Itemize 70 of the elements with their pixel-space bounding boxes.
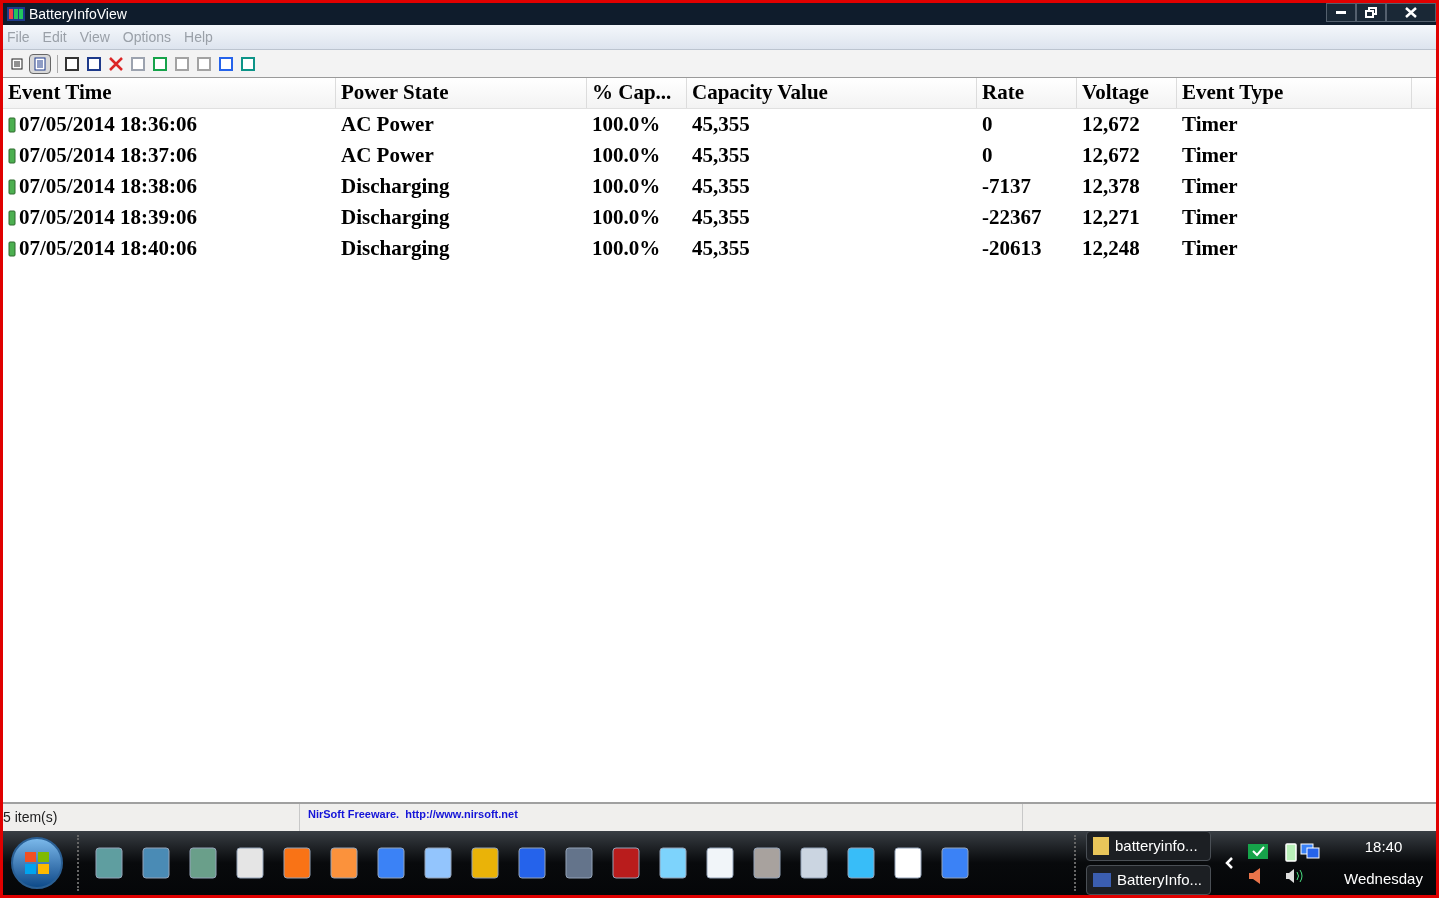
table-cell-text: AC Power	[341, 110, 434, 138]
column-header[interactable]: Event Time	[3, 78, 336, 108]
taskbar-button[interactable]: BatteryInfo...	[1086, 865, 1211, 895]
table-cell-text: -22367	[982, 203, 1042, 231]
battery-icon	[8, 147, 16, 164]
minimize-button[interactable]	[1326, 3, 1356, 22]
volume-icon[interactable]	[1285, 868, 1305, 884]
table-cell-text: 100.0%	[592, 141, 661, 169]
item-count: 5 item(s)	[3, 808, 58, 827]
table-cell-text: 100.0%	[592, 234, 661, 262]
table-cell-text: Timer	[1182, 110, 1238, 138]
table-cell-text: 12,248	[1082, 234, 1140, 262]
table-cell-text: -7137	[982, 172, 1031, 200]
table-cell-text: 12,672	[1082, 110, 1140, 138]
windows-logo-icon	[24, 851, 50, 875]
table-cell-text: 07/05/2014 18:38:06	[19, 172, 197, 200]
table-cell-text: Timer	[1182, 141, 1238, 169]
table-cell-text: 07/05/2014 18:39:06	[19, 203, 197, 231]
column-header[interactable]: Voltage	[1077, 78, 1177, 108]
table-cell-text: 100.0%	[592, 110, 661, 138]
column-header[interactable]: Capacity Value	[687, 78, 977, 108]
table-cell-text: 45,355	[692, 110, 750, 138]
clock-time[interactable]: 18:40	[1364, 835, 1403, 858]
column-header[interactable]: Power State	[336, 78, 587, 108]
table-cell-text: Discharging	[341, 234, 450, 262]
table-cell-text: 45,355	[692, 141, 750, 169]
close-button[interactable]	[1386, 3, 1436, 22]
table-cell-text: 12,672	[1082, 141, 1140, 169]
column-header[interactable]: Event Type	[1177, 78, 1412, 108]
table-cell-text: 45,355	[692, 172, 750, 200]
table-cell-text: Timer	[1182, 234, 1238, 262]
window-title: BatteryInfoView	[29, 4, 127, 24]
close-icon	[1405, 7, 1417, 18]
table-cell-text: 07/05/2014 18:36:06	[19, 110, 197, 138]
table-cell-text: 45,355	[692, 203, 750, 231]
battery-icon[interactable]	[1285, 842, 1297, 862]
app-icon	[7, 7, 25, 21]
table-cell-text: 100.0%	[592, 172, 661, 200]
table-cell-text: 100.0%	[592, 203, 661, 231]
credit-link[interactable]: NirSoft Freeware. http://www.nirsoft.net	[308, 806, 518, 823]
table-cell-text: 0	[982, 141, 993, 169]
table-cell-text: 0	[982, 110, 993, 138]
column-header[interactable]: % Cap...	[587, 78, 687, 108]
table-cell-text: Discharging	[341, 203, 450, 231]
table-cell-text: AC Power	[341, 141, 434, 169]
table-cell-text: 07/05/2014 18:40:06	[19, 234, 197, 262]
clock-day[interactable]: Wednesday	[1344, 868, 1423, 891]
network-icon[interactable]	[1300, 842, 1320, 862]
speaker-icon[interactable]	[1247, 866, 1263, 886]
table-cell-text: 12,271	[1082, 203, 1140, 231]
taskbar-button[interactable]: batteryinfo...	[1086, 831, 1211, 861]
table-cell-text: Discharging	[341, 172, 450, 200]
table-cell-text: Timer	[1182, 203, 1238, 231]
battery-icon	[8, 116, 16, 133]
battery-icon	[8, 209, 16, 226]
table-cell-text: 45,355	[692, 234, 750, 262]
battery-icon	[8, 240, 16, 257]
table-cell-text: 12,378	[1082, 172, 1140, 200]
start-button[interactable]	[11, 837, 63, 889]
battery-icon	[8, 178, 16, 195]
table-cell-text: 07/05/2014 18:37:06	[19, 141, 197, 169]
restore-button[interactable]	[1356, 3, 1386, 22]
column-header[interactable]: Rate	[977, 78, 1077, 108]
restore-icon	[1365, 7, 1377, 18]
list-view-icon[interactable]	[11, 57, 23, 70]
chevron-icon[interactable]	[1225, 857, 1233, 869]
table-cell-text: Timer	[1182, 172, 1238, 200]
close-icon[interactable]	[108, 55, 124, 72]
report-view-button[interactable]	[29, 53, 51, 74]
table-cell-text: -20613	[982, 234, 1042, 262]
